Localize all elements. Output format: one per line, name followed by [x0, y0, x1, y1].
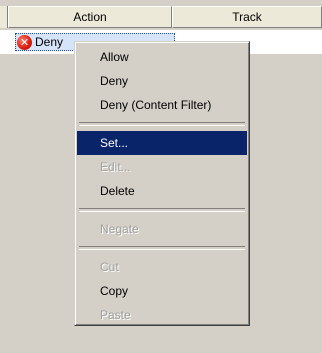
menu-item-allow[interactable]: Allow: [77, 45, 247, 69]
menu-item-deny[interactable]: Deny: [77, 69, 247, 93]
menu-item-edit[interactable]: Edit...: [77, 155, 247, 179]
column-header-track[interactable]: Track: [172, 6, 322, 28]
action-cell-text: Deny: [35, 35, 64, 49]
menu-item-negate[interactable]: Negate: [77, 217, 247, 241]
grid-header: Action Track: [0, 6, 322, 28]
deny-icon: ✕: [17, 34, 32, 50]
menu-item-set[interactable]: Set...: [77, 131, 247, 155]
menu-item-deny-content-filter[interactable]: Deny (Content Filter): [77, 93, 247, 117]
menu-item-paste[interactable]: Paste: [77, 303, 247, 327]
menu-separator: [79, 246, 245, 250]
context-menu: Allow Deny Deny (Content Filter) Set... …: [74, 41, 250, 326]
menu-item-delete[interactable]: Delete: [77, 179, 247, 203]
header-left-edge: [0, 6, 8, 28]
menu-separator: [79, 208, 245, 212]
menu-separator: [79, 122, 245, 126]
menu-item-cut[interactable]: Cut: [77, 255, 247, 279]
menu-item-copy[interactable]: Copy: [77, 279, 247, 303]
column-header-action[interactable]: Action: [8, 6, 172, 28]
